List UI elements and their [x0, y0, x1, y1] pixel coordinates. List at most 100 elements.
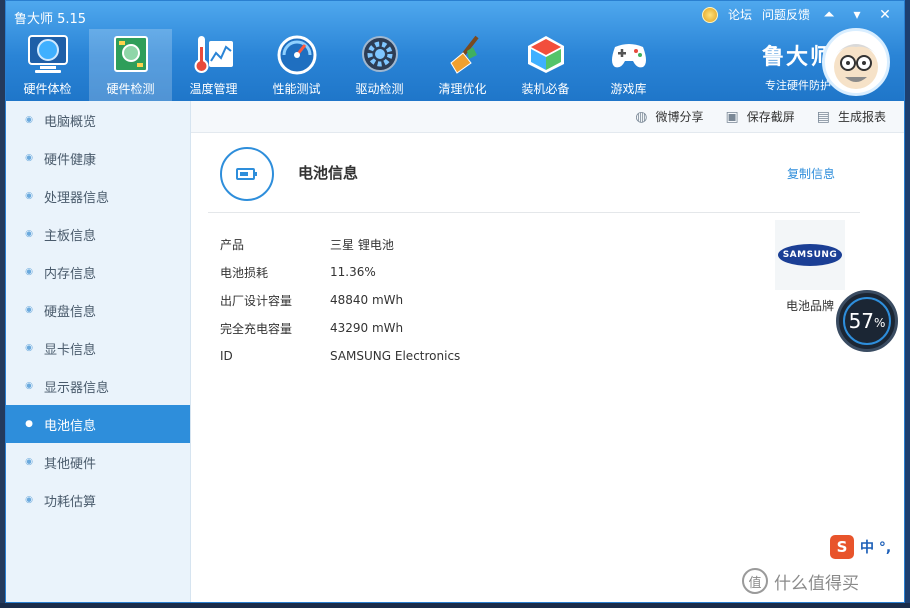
- tool-hardware-detect[interactable]: 硬件检测: [89, 29, 172, 101]
- sidebar-item-label: 其他硬件: [44, 456, 97, 472]
- gear-icon: [356, 32, 404, 76]
- feedback-link[interactable]: 问题反馈: [762, 6, 810, 23]
- tool-performance[interactable]: 性能测试: [255, 29, 338, 101]
- sidebar-item-other[interactable]: ◉ 其他硬件: [6, 443, 190, 481]
- tool-label: 装机必备: [521, 82, 570, 96]
- cpu-usage-meter[interactable]: 57%: [836, 290, 898, 352]
- save-screenshot-button[interactable]: ▣ 保存截屏: [726, 108, 795, 125]
- info-value: 三星 锂电池: [330, 237, 394, 252]
- mascot-avatar[interactable]: [822, 28, 890, 96]
- sidebar-item-memory[interactable]: ◉ 内存信息: [6, 253, 190, 291]
- info-row: 电池损耗 11.36%: [220, 258, 460, 286]
- tool-hardware-checkup[interactable]: 硬件体检: [6, 29, 89, 101]
- sidebar-item-label: 硬盘信息: [44, 304, 97, 320]
- sidebar-item-health[interactable]: ◉ 硬件健康: [6, 139, 190, 177]
- action-label: 生成报表: [837, 110, 886, 124]
- speedometer-icon: [273, 32, 321, 76]
- info-key: 出厂设计容量: [220, 293, 293, 308]
- info-row: 完全充电容量 43290 mWh: [220, 314, 460, 342]
- medal-icon[interactable]: [701, 6, 718, 23]
- info-row: 出厂设计容量 48840 mWh: [220, 286, 460, 314]
- samsung-logo-mark: SAMSUNG: [778, 244, 842, 266]
- info-value: SAMSUNG Electronics: [330, 349, 461, 363]
- tool-label: 清理优化: [438, 82, 487, 96]
- bullet-icon: ◉: [25, 153, 33, 163]
- sidebar-item-battery[interactable]: ● 电池信息: [6, 405, 190, 443]
- sidebar-item-monitor[interactable]: ◉ 显示器信息: [6, 367, 190, 405]
- sidebar-item-label: 显示器信息: [44, 380, 110, 396]
- tool-label: 驱动检测: [355, 82, 404, 96]
- page-title: 电池信息: [298, 164, 359, 182]
- thermometer-chart-icon: [190, 32, 238, 76]
- sogou-logo-icon[interactable]: S: [830, 535, 854, 559]
- weibo-icon: ◍: [635, 108, 648, 125]
- sidebar-item-label: 主板信息: [44, 228, 97, 244]
- sidebar-item-label: 显卡信息: [44, 342, 97, 358]
- info-key: 完全充电容量: [220, 321, 293, 336]
- sidebar-item-overview[interactable]: ◉ 电脑概览: [6, 101, 190, 139]
- watermark: 值 什么值得买: [742, 568, 859, 594]
- app-title: 鲁大师 5.15: [14, 12, 87, 27]
- bullet-icon: ◉: [25, 495, 33, 505]
- tool-label: 性能测试: [272, 82, 321, 96]
- info-key: 电池损耗: [220, 265, 269, 280]
- desktop-taskbar-edge: [0, 603, 910, 608]
- bullet-icon: ◉: [25, 381, 33, 391]
- generate-report-button[interactable]: ▤ 生成报表: [817, 108, 886, 125]
- cube-icon: [522, 32, 570, 76]
- broom-icon: [439, 32, 487, 76]
- info-value: 11.36%: [330, 265, 376, 279]
- tool-essentials[interactable]: 装机必备: [504, 29, 587, 101]
- top-links: 论坛 问题反馈 ⏶ ▾ ✕: [701, 6, 894, 23]
- sidebar-item-label: 处理器信息: [44, 190, 110, 206]
- section-header: 电池信息 复制信息: [208, 145, 860, 213]
- sidebar-item-motherboard[interactable]: ◉ 主板信息: [6, 215, 190, 253]
- skin-icon[interactable]: ⏶: [820, 7, 838, 23]
- action-label: 保存截屏: [746, 110, 795, 124]
- action-bar: ◍ 微博分享 ▣ 保存截屏 ▤ 生成报表: [191, 101, 904, 133]
- battery-icon: [220, 147, 274, 201]
- bullet-icon: ◉: [25, 457, 33, 467]
- battery-info-list: 产品 三星 锂电池 电池损耗 11.36% 出厂设计容量 48840 mWh 完全充电…: [220, 230, 460, 370]
- tool-games[interactable]: 游戏库: [587, 29, 670, 101]
- info-value: 48840 mWh: [330, 293, 404, 307]
- tool-label: 游戏库: [610, 82, 647, 96]
- sidebar-item-label: 电脑概览: [44, 114, 97, 130]
- close-icon[interactable]: ✕: [876, 7, 894, 23]
- meter-ring: [843, 297, 891, 345]
- info-row: ID SAMSUNG Electronics: [220, 342, 460, 370]
- tool-cleanup[interactable]: 清理优化: [421, 29, 504, 101]
- bullet-icon: ●: [25, 419, 33, 429]
- gamepad-icon: [605, 32, 653, 76]
- sidebar-item-gpu[interactable]: ◉ 显卡信息: [6, 329, 190, 367]
- circuit-board-icon: [107, 32, 155, 76]
- watermark-text: 什么值得买: [774, 573, 859, 594]
- bullet-icon: ◉: [25, 229, 33, 239]
- sidebar: ◉ 电脑概览 ◉ 硬件健康 ◉ 处理器信息 ◉ 主板信息 ◉ 内存信息 ◉ 硬盘信息 ◉ 显卡…: [6, 101, 191, 602]
- copy-info-link[interactable]: 复制信息: [787, 165, 835, 182]
- tool-label: 硬件体检: [23, 82, 72, 96]
- brand-slogan: 专注硬件防护: [764, 79, 831, 92]
- tool-label: 温度管理: [189, 82, 238, 96]
- sidebar-item-label: 功耗估算: [44, 494, 97, 510]
- monitor-check-icon: [24, 32, 72, 76]
- info-key: ID: [220, 349, 233, 363]
- tool-temperature[interactable]: 温度管理: [172, 29, 255, 101]
- weibo-share-button[interactable]: ◍ 微博分享: [635, 108, 703, 125]
- main-toolbar: 硬件体检 硬件检测 温度管理 性能测试 驱动检测 清理优化 装机必备 游戏库: [6, 29, 670, 101]
- ime-mode-text[interactable]: 中 °,: [860, 537, 891, 557]
- sidebar-item-power[interactable]: ◉ 功耗估算: [6, 481, 190, 519]
- sidebar-item-disk[interactable]: ◉ 硬盘信息: [6, 291, 190, 329]
- menu-icon[interactable]: ▾: [848, 7, 866, 23]
- ime-toolbar[interactable]: S 中 °,: [826, 533, 896, 561]
- sidebar-item-label: 电池信息: [44, 418, 97, 434]
- info-value: 43290 mWh: [330, 321, 404, 335]
- tool-driver[interactable]: 驱动检测: [338, 29, 421, 101]
- sidebar-item-cpu[interactable]: ◉ 处理器信息: [6, 177, 190, 215]
- tool-label: 硬件检测: [106, 82, 155, 96]
- info-row: 产品 三星 锂电池: [220, 230, 460, 258]
- forum-link[interactable]: 论坛: [728, 6, 752, 23]
- report-icon: ▤: [816, 108, 830, 125]
- bullet-icon: ◉: [25, 191, 33, 201]
- watermark-icon: 值: [742, 568, 768, 594]
